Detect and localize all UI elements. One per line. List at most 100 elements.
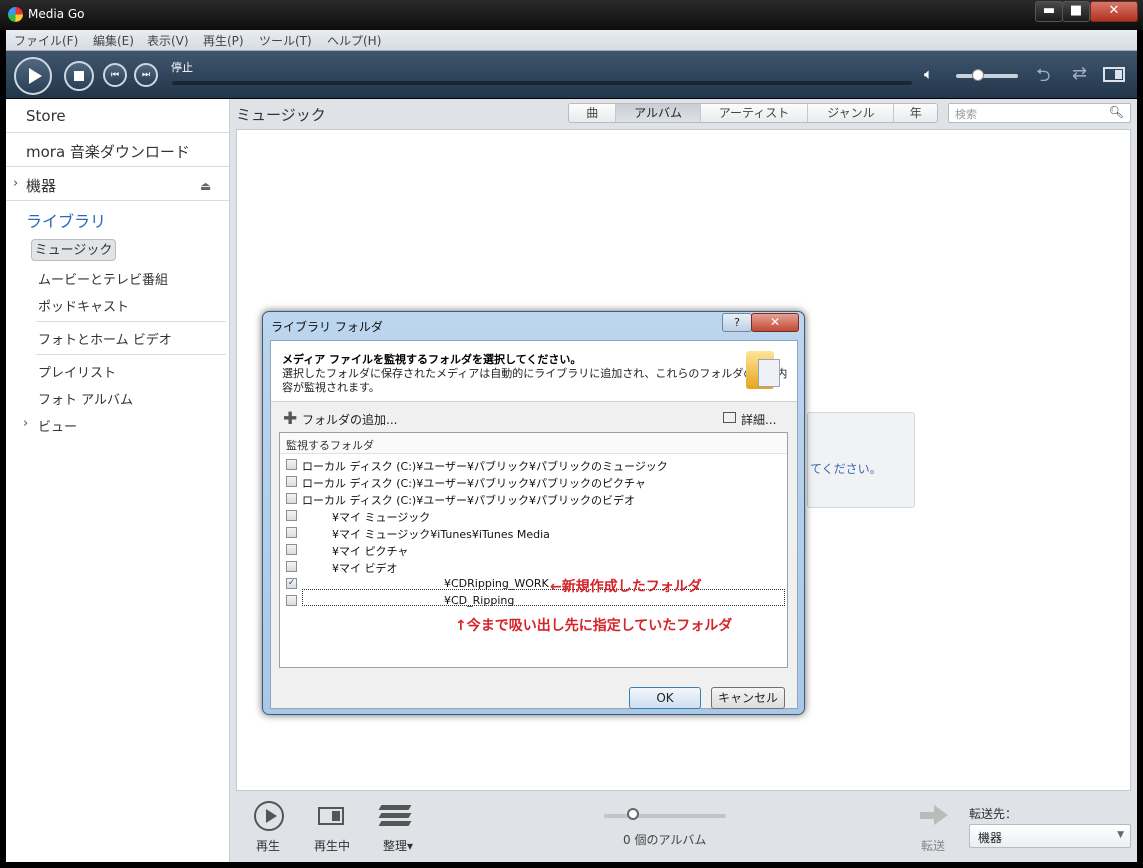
tab-genres[interactable]: ジャンル — [808, 104, 895, 122]
details-button[interactable]: 詳細... — [741, 411, 776, 428]
chevron-down-icon: ▼ — [1117, 830, 1124, 840]
transfer-label[interactable]: 転送 — [921, 837, 945, 854]
organize-icon[interactable] — [378, 803, 412, 827]
dialog-help-button[interactable]: ? — [722, 313, 752, 332]
now-playing-icon[interactable] — [318, 807, 344, 825]
folder-row[interactable]: ¥マイ ビデオ — [280, 559, 787, 576]
sidebar-item-photos-home-video[interactable]: フォトとホーム ビデオ — [38, 329, 172, 348]
folder-checkbox[interactable] — [286, 476, 297, 487]
views-expand-chevron-icon[interactable]: › — [23, 416, 28, 431]
folder-checkbox[interactable] — [286, 595, 297, 606]
layout-toggle-icon[interactable] — [1103, 67, 1125, 82]
folder-row[interactable]: ローカル ディスク (C:)¥ユーザー¥パブリック¥パブリックのビデオ — [280, 491, 787, 508]
sidebar-item-photo-albums[interactable]: フォト アルバム — [38, 389, 133, 408]
dialog-title: ライブラリ フォルダ — [271, 320, 383, 334]
menu-tools[interactable]: ツール(T) — [259, 32, 312, 49]
tab-artists[interactable]: アーティスト — [701, 104, 809, 122]
bottom-play-icon[interactable] — [254, 801, 284, 831]
close-window-button[interactable]: ✕ — [1090, 1, 1138, 22]
destination-label: 転送先： — [969, 807, 1018, 821]
now-playing-label[interactable]: 再生中 — [314, 837, 350, 854]
album-size-slider-handle[interactable] — [627, 808, 639, 820]
sidebar-item-music[interactable]: ミュージック — [31, 239, 116, 261]
album-count: 0 個のアルバム — [623, 833, 707, 847]
maximize-button[interactable]: ■ — [1062, 1, 1090, 22]
tab-years[interactable]: 年 — [894, 104, 937, 122]
organize-label[interactable]: 整理▾ — [383, 837, 413, 854]
sidebar-divider — [36, 321, 226, 322]
folder-checkbox[interactable] — [286, 510, 297, 521]
sidebar-item-podcasts[interactable]: ポッドキャスト — [38, 296, 129, 315]
library-folder-dialog: ライブラリ フォルダ ? ✕ メディア ファイルを監視するフォルダを選択してくだ… — [262, 311, 805, 715]
cancel-button[interactable]: キャンセル — [711, 687, 785, 709]
menu-file[interactable]: ファイル(F) — [14, 32, 78, 49]
annotation-new-folder: ←新規作成したフォルダ — [550, 579, 702, 595]
dialog-close-button[interactable]: ✕ — [751, 313, 799, 332]
seek-bar[interactable] — [172, 81, 912, 85]
sidebar-item-store[interactable]: Store — [26, 107, 66, 125]
folder-checkbox[interactable] — [286, 527, 297, 538]
folder-checkbox[interactable] — [286, 493, 297, 504]
folder-row[interactable]: ¥CD_Ripping — [280, 593, 787, 610]
folder-path: ローカル ディスク (C:)¥ユーザー¥パブリック¥パブリックのピクチャ — [302, 477, 646, 490]
folder-checkbox[interactable] — [286, 561, 297, 572]
media-go-app-icon — [8, 7, 23, 22]
menu-view[interactable]: 表示(V) — [147, 32, 189, 49]
annotation-previous-folder: ↑今まで吸い出し先に指定していたフォルダ — [455, 618, 733, 634]
empty-library-hint: てください。 — [807, 412, 915, 508]
folder-row[interactable]: ローカル ディスク (C:)¥ユーザー¥パブリック¥パブリックのピクチャ — [280, 474, 787, 491]
volume-icon[interactable]: 🔈︎ — [924, 65, 933, 83]
sidebar-item-views[interactable]: ビュー — [38, 416, 77, 435]
menu-edit[interactable]: 編集(E) — [93, 32, 134, 49]
folder-checkbox[interactable] — [286, 544, 297, 555]
details-icon[interactable] — [723, 412, 736, 423]
minimize-button[interactable]: ▬ — [1035, 1, 1063, 22]
folder-row[interactable]: ローカル ディスク (C:)¥ユーザー¥パブリック¥パブリックのミュージック — [280, 457, 787, 474]
stop-button[interactable] — [64, 61, 94, 91]
sidebar-item-library[interactable]: ライブラリ — [26, 208, 106, 232]
volume-slider[interactable] — [956, 74, 1018, 78]
search-icon[interactable]: 🔍︎ — [1109, 105, 1124, 119]
next-track-button[interactable]: ⏭ — [134, 63, 158, 87]
sidebar-divider — [6, 200, 229, 201]
dialog-description: 容が監視されます。 — [282, 381, 380, 394]
eject-icon[interactable]: ⏏ — [200, 179, 211, 193]
sidebar-item-mora[interactable]: mora 音楽ダウンロード — [26, 141, 190, 162]
dialog-header: メディア ファイルを監視するフォルダを選択してください。 選択したフォルダに保存… — [271, 341, 797, 402]
tab-albums[interactable]: アルバム — [616, 104, 701, 122]
folder-row[interactable]: ¥マイ ミュージック¥iTunes¥iTunes Media — [280, 525, 787, 542]
folder-checkbox[interactable] — [286, 459, 297, 470]
sidebar-item-devices[interactable]: 機器 — [26, 175, 56, 196]
volume-slider-handle[interactable] — [972, 69, 984, 81]
page-title: ミュージック — [236, 106, 326, 124]
player-bar: ⏮ ⏭ 停止 🔈︎ ⮌ ⇄ — [6, 51, 1137, 98]
folder-document-icon — [746, 349, 780, 391]
menu-help[interactable]: ヘルプ(H) — [327, 32, 381, 49]
shuffle-icon[interactable]: ⇄ — [1072, 63, 1087, 84]
sidebar-item-movies-tv[interactable]: ムービーとテレビ番組 — [38, 269, 168, 288]
search-input[interactable]: 検索 🔍︎ — [948, 103, 1131, 123]
devices-expand-chevron-icon[interactable]: › — [13, 176, 18, 191]
dialog-body: メディア ファイルを監視するフォルダを選択してください。 選択したフォルダに保存… — [270, 340, 798, 709]
folder-path: ¥マイ ミュージック¥iTunes¥iTunes Media — [332, 528, 550, 541]
folder-checkbox-checked[interactable]: ✓ — [286, 578, 297, 589]
transfer-arrow-icon[interactable] — [920, 805, 948, 825]
folder-row[interactable]: ¥マイ ミュージック — [280, 508, 787, 525]
destination-select[interactable]: 機器 ▼ — [969, 824, 1131, 848]
folder-path: ローカル ディスク (C:)¥ユーザー¥パブリック¥パブリックのミュージック — [302, 460, 668, 473]
play-button[interactable] — [14, 57, 52, 95]
add-folder-button[interactable]: フォルダの追加... — [302, 411, 397, 428]
repeat-icon[interactable]: ⮌ — [1036, 63, 1050, 93]
album-size-slider[interactable] — [604, 814, 726, 818]
sidebar-item-playlists[interactable]: プレイリスト — [38, 362, 116, 381]
bottom-play-label[interactable]: 再生 — [256, 837, 280, 854]
sidebar-divider — [6, 132, 229, 133]
folder-path: ¥CD_Ripping — [444, 594, 515, 607]
tab-songs[interactable]: 曲 — [569, 104, 617, 122]
previous-track-button[interactable]: ⏮ — [103, 63, 127, 87]
menu-playback[interactable]: 再生(P) — [203, 32, 244, 49]
folder-path: ¥マイ ミュージック — [332, 511, 431, 524]
plus-icon[interactable]: ✚ — [283, 409, 297, 429]
ok-button[interactable]: OK — [629, 687, 701, 709]
folder-row[interactable]: ¥マイ ピクチャ — [280, 542, 787, 559]
